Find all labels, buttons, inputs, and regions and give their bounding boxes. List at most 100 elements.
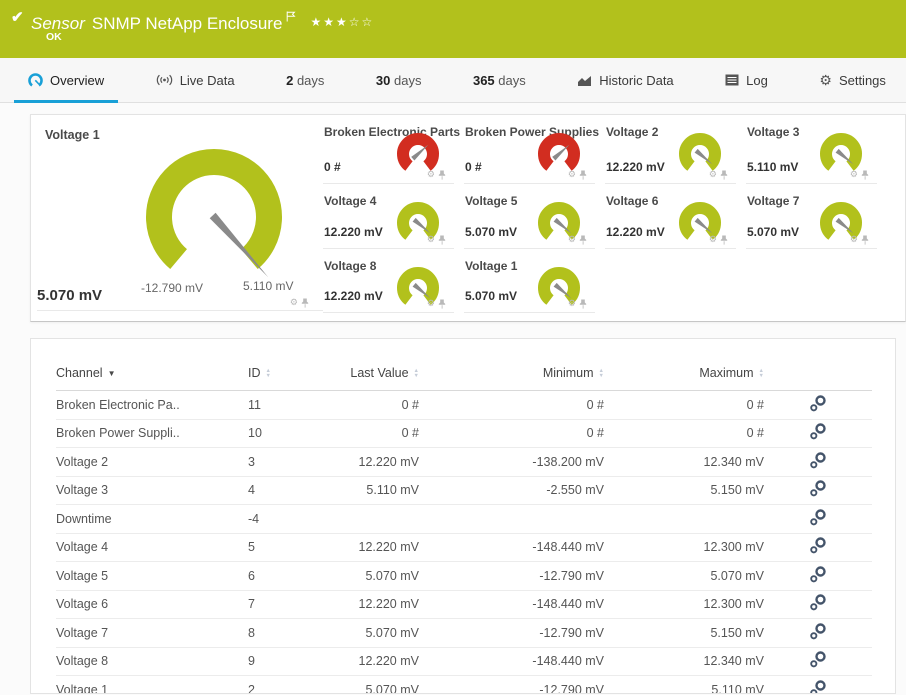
gauge-cell-broken-electronic-parts[interactable]: Broken Electronic Parts 0 # ⚙ [323, 115, 460, 184]
pin-icon[interactable] [861, 235, 869, 245]
tab-overview[interactable]: Overview [14, 58, 119, 103]
column-header-maximum[interactable]: Maximum ▲ ▼ [604, 357, 764, 391]
gauge-action-icons: ⚙ [568, 169, 587, 180]
channel-settings-icon[interactable] [809, 622, 828, 644]
gauge-cell-voltage-2[interactable]: Voltage 2 12.220 mV ⚙ [605, 115, 736, 184]
pin-icon[interactable] [438, 299, 446, 309]
channel-settings-icon[interactable] [809, 679, 828, 693]
cell-last-value: 5.070 mV [331, 618, 419, 648]
pin-icon[interactable] [301, 298, 309, 308]
gauge-value: 5.070 mV [465, 225, 518, 239]
cell-id: 7 [248, 590, 331, 619]
gear-icon[interactable]: ⚙ [568, 169, 576, 180]
cell-channel: Voltage 8 [56, 647, 248, 676]
tab-historic-data[interactable]: Historic Data [563, 58, 687, 102]
gauge-cell-voltage-7[interactable]: Voltage 7 5.070 mV ⚙ [746, 184, 877, 249]
pin-icon[interactable] [579, 235, 587, 245]
tab-settings[interactable]: ⚙ Settings [805, 58, 900, 102]
gear-icon[interactable]: ⚙ [850, 234, 858, 245]
table-row-broken-power-suppli[interactable]: Broken Power Suppli.. 10 0 #0 #0 # [56, 419, 872, 448]
cell-actions [764, 590, 872, 619]
table-row-voltage-2[interactable]: Voltage 2 3 12.220 mV -138.200 mV 12.340 mV [56, 447, 872, 477]
pin-icon[interactable] [720, 170, 728, 180]
column-label: Last Value [350, 366, 409, 380]
gear-icon[interactable]: ⚙ [709, 169, 717, 180]
sort-icon: ▲ ▼ [598, 367, 604, 379]
gauge-cell-voltage-6[interactable]: Voltage 6 12.220 mV ⚙ [605, 184, 736, 249]
gauge-action-icons: ⚙ [709, 234, 728, 245]
gauge-cell-voltage-4[interactable]: Voltage 4 12.220 mV ⚙ [323, 184, 454, 249]
channel-settings-icon[interactable] [809, 394, 828, 416]
cell-maximum: 12.300 mV [604, 590, 764, 619]
channel-settings-icon[interactable] [809, 565, 828, 587]
table-row-downtime[interactable]: Downtime -4 [56, 504, 872, 534]
channel-settings-icon[interactable] [809, 451, 828, 473]
table-row-voltage-1[interactable]: Voltage 1 2 5.070 mV -12.790 mV 5.110 mV [56, 675, 872, 693]
tab-2-days[interactable]: 2 days [272, 58, 338, 102]
tab-365-days[interactable]: 365 days [459, 58, 540, 102]
cell-maximum: 5.150 mV [604, 618, 764, 648]
small-gauges-grid: Broken Electronic Parts 0 # ⚙ Broken Power … [323, 115, 905, 321]
column-header-id[interactable]: ID ▲ ▼ [248, 357, 331, 391]
channel-settings-icon[interactable] [809, 650, 828, 672]
gauge-action-icons: ⚙ [427, 298, 446, 309]
live-data-icon [156, 73, 173, 87]
cell-minimum: -12.790 mV [419, 618, 604, 648]
gear-icon[interactable]: ⚙ [290, 297, 298, 308]
gauge-title: Voltage 5 [465, 194, 518, 208]
channel-settings-icon[interactable] [809, 479, 828, 501]
gauge-cell-voltage-1[interactable]: Voltage 1 5.070 mV ⚙ [464, 249, 595, 313]
channels-table: Channel ▼ ID ▲ ▼ Last Value ▲ ▼ Minimum ▲ ▼ Maximum… [56, 357, 872, 693]
cell-minimum: 0 # [419, 419, 604, 448]
cell-channel: Voltage 1 [56, 675, 248, 693]
channel-settings-icon[interactable] [809, 593, 828, 615]
channel-settings-icon[interactable] [809, 536, 828, 558]
gauge-cell-broken-power-supplies[interactable]: Broken Power Supplies 0 # ⚙ [464, 115, 599, 184]
gauge-cell-voltage-5[interactable]: Voltage 5 5.070 mV ⚙ [464, 184, 595, 249]
gear-icon[interactable]: ⚙ [850, 169, 858, 180]
pin-icon[interactable] [579, 170, 587, 180]
gear-icon[interactable]: ⚙ [709, 234, 717, 245]
table-row-voltage-8[interactable]: Voltage 8 9 12.220 mV -148.440 mV 12.340 mV [56, 647, 872, 676]
cell-maximum: 12.340 mV [604, 447, 764, 477]
table-row-voltage-6[interactable]: Voltage 6 7 12.220 mV -148.440 mV 12.300 mV [56, 590, 872, 619]
gauge-cell-voltage-3[interactable]: Voltage 3 5.110 mV ⚙ [746, 115, 877, 184]
gauge-title: Voltage 3 [747, 125, 800, 139]
flag-icon[interactable] [286, 7, 297, 26]
gear-icon[interactable]: ⚙ [568, 298, 576, 309]
channel-settings-icon[interactable] [809, 422, 828, 444]
gear-icon[interactable]: ⚙ [568, 234, 576, 245]
column-header-minimum[interactable]: Minimum ▲ ▼ [419, 357, 604, 391]
column-header-channel[interactable]: Channel ▼ [56, 357, 248, 391]
gear-icon[interactable]: ⚙ [427, 234, 435, 245]
table-row-voltage-4[interactable]: Voltage 4 5 12.220 mV -148.440 mV 12.300 mV [56, 533, 872, 562]
pin-icon[interactable] [720, 235, 728, 245]
column-header-last-value[interactable]: Last Value ▲ ▼ [331, 357, 419, 391]
cell-actions [764, 476, 872, 505]
cell-actions [764, 419, 872, 448]
table-row-broken-electronic-pa[interactable]: Broken Electronic Pa.. 11 0 #0 #0 # [56, 390, 872, 420]
channel-settings-icon[interactable] [809, 508, 828, 530]
gauge-cell-voltage-8[interactable]: Voltage 8 12.220 mV ⚙ [323, 249, 454, 313]
gauge-max-label: 5.110 mV [243, 279, 294, 293]
pin-icon[interactable] [438, 235, 446, 245]
pin-icon[interactable] [438, 170, 446, 180]
pin-icon[interactable] [579, 299, 587, 309]
gear-icon[interactable]: ⚙ [427, 298, 435, 309]
table-row-voltage-7[interactable]: Voltage 7 8 5.070 mV -12.790 mV 5.150 mV [56, 618, 872, 648]
gear-icon[interactable]: ⚙ [427, 169, 435, 180]
table-row-voltage-3[interactable]: Voltage 3 4 5.110 mV -2.550 mV 5.150 mV [56, 476, 872, 505]
tab-30-days[interactable]: 30 days [362, 58, 436, 102]
tab-log[interactable]: Log [711, 58, 782, 102]
star-rating[interactable]: ★★★☆☆ [310, 15, 374, 29]
cell-last-value: 5.110 mV [331, 476, 419, 505]
gauge-action-icons: ⚙ [427, 234, 446, 245]
gauge-current-value: 5.070 mV [37, 287, 103, 304]
tab-label: Historic Data [599, 72, 674, 88]
gauge-value: 12.220 mV [606, 225, 665, 239]
primary-gauge-cell[interactable]: Voltage 1 -12.790 mV 5.110 mV 5.070 mV ⚙ [31, 115, 323, 321]
table-row-voltage-5[interactable]: Voltage 5 6 5.070 mV -12.790 mV 5.070 mV [56, 561, 872, 591]
tab-live-data[interactable]: Live Data [142, 58, 249, 102]
tab-label: 30 days [375, 72, 422, 88]
pin-icon[interactable] [861, 170, 869, 180]
